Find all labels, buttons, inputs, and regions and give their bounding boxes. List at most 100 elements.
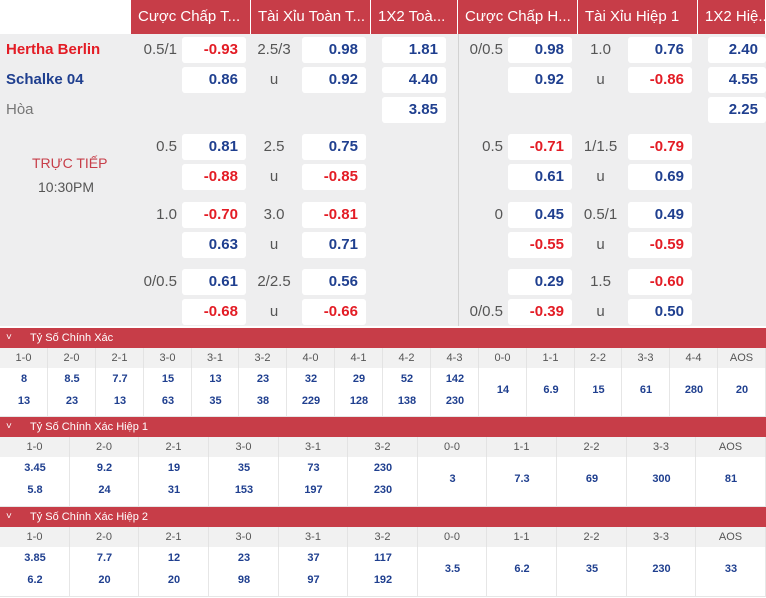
score-odds-value[interactable]: 33 — [696, 561, 766, 577]
score-odds-value[interactable]: 97 — [279, 572, 348, 588]
score-odds-value[interactable]: 24 — [70, 482, 139, 498]
odds-price-button[interactable]: 0.98 — [302, 37, 366, 63]
odds-price-button[interactable]: 0.76 — [628, 37, 692, 63]
score-odds-value[interactable]: 7.7 — [96, 371, 144, 387]
odds-price-button[interactable]: -0.59 — [628, 232, 692, 258]
score-odds-value[interactable]: 20 — [718, 382, 766, 398]
odds-price-button[interactable]: 0.50 — [628, 299, 692, 325]
odds-price-button[interactable]: 0.61 — [508, 164, 572, 190]
section-bar-1[interactable]: ˅ Tỷ Số Chính Xác Hiệp 1 — [0, 417, 766, 437]
odds-price-button[interactable]: -0.70 — [182, 202, 246, 228]
score-odds-value[interactable]: 230 — [431, 393, 479, 409]
score-odds-value[interactable]: 13 — [96, 393, 144, 409]
chevron-down-icon[interactable]: ˅ — [6, 328, 12, 348]
score-odds-value[interactable]: 35 — [557, 561, 627, 577]
header-col-0[interactable]: Cược Chấp T... — [131, 0, 251, 34]
score-odds-value[interactable]: 7.7 — [70, 550, 139, 566]
odds-price-button[interactable]: 0.92 — [302, 67, 366, 93]
score-odds-value[interactable]: 20 — [139, 572, 209, 588]
odds-price-button[interactable]: 0.29 — [508, 269, 572, 295]
score-odds-value[interactable]: 63 — [144, 393, 192, 409]
score-odds-value[interactable]: 280 — [670, 382, 718, 398]
score-odds-value[interactable]: 8 — [0, 371, 48, 387]
section-bar-0[interactable]: ˅ Tỷ Số Chính Xác — [0, 328, 766, 348]
score-odds-value[interactable]: 81 — [696, 471, 766, 487]
odds-price-button[interactable]: 0.45 — [508, 202, 572, 228]
odds-price-button[interactable]: 0.49 — [628, 202, 692, 228]
score-odds-value[interactable]: 61 — [622, 382, 670, 398]
score-odds-value[interactable]: 73 — [279, 460, 348, 476]
score-odds-value[interactable]: 23 — [48, 393, 96, 409]
score-odds-value[interactable]: 31 — [139, 482, 209, 498]
score-odds-value[interactable]: 32 — [287, 371, 335, 387]
score-odds-value[interactable]: 69 — [557, 471, 627, 487]
odds-price-button[interactable]: -0.88 — [182, 164, 246, 190]
header-col-3[interactable]: Cược Chấp H... — [458, 0, 578, 34]
odds-price-button[interactable]: -0.85 — [302, 164, 366, 190]
odds-price-button[interactable]: -0.79 — [628, 134, 692, 160]
score-odds-value[interactable]: 20 — [70, 572, 139, 588]
score-odds-value[interactable]: 6.2 — [0, 572, 70, 588]
score-odds-value[interactable]: 35 — [192, 393, 239, 409]
header-col-1[interactable]: Tài Xỉu Toàn T... — [251, 0, 371, 34]
odds-price-button[interactable]: 0.71 — [302, 232, 366, 258]
odds-price-button[interactable]: 0.86 — [182, 67, 246, 93]
score-odds-value[interactable]: 230 — [348, 460, 418, 476]
header-col-4[interactable]: Tài Xỉu Hiệp 1 — [578, 0, 698, 34]
score-odds-value[interactable]: 230 — [627, 561, 696, 577]
odds-price-button[interactable]: -0.66 — [302, 299, 366, 325]
odds-price-button[interactable]: 0.56 — [302, 269, 366, 295]
score-odds-value[interactable]: 230 — [348, 482, 418, 498]
odds-price-button[interactable]: 0.81 — [182, 134, 246, 160]
score-odds-value[interactable]: 6.9 — [527, 382, 575, 398]
odds-price-button[interactable]: -0.71 — [508, 134, 572, 160]
score-odds-value[interactable]: 153 — [209, 482, 279, 498]
chevron-down-icon[interactable]: ˅ — [6, 507, 12, 527]
odds-price-button[interactable]: 0.75 — [302, 134, 366, 160]
score-odds-value[interactable]: 13 — [0, 393, 48, 409]
score-odds-value[interactable]: 6.2 — [487, 561, 557, 577]
score-odds-value[interactable]: 52 — [383, 371, 431, 387]
score-odds-value[interactable]: 15 — [144, 371, 192, 387]
score-odds-value[interactable]: 14 — [479, 382, 527, 398]
odds-price-button[interactable]: 3.85 — [382, 97, 446, 123]
odds-price-button[interactable]: 4.55 — [708, 67, 766, 93]
score-odds-value[interactable]: 8.5 — [48, 371, 96, 387]
score-odds-value[interactable]: 3 — [418, 471, 487, 487]
score-odds-value[interactable]: 3.85 — [0, 550, 70, 566]
score-odds-value[interactable]: 138 — [383, 393, 431, 409]
score-odds-value[interactable]: 3.5 — [418, 561, 487, 577]
score-odds-value[interactable]: 29 — [335, 371, 383, 387]
odds-price-button[interactable]: 0.98 — [508, 37, 572, 63]
odds-price-button[interactable]: 2.40 — [708, 37, 766, 63]
score-odds-value[interactable]: 23 — [209, 550, 279, 566]
odds-price-button[interactable]: -0.39 — [508, 299, 572, 325]
odds-price-button[interactable]: -0.55 — [508, 232, 572, 258]
score-odds-value[interactable]: 35 — [209, 460, 279, 476]
chevron-down-icon[interactable]: ˅ — [6, 417, 12, 437]
score-odds-value[interactable]: 197 — [279, 482, 348, 498]
odds-price-button[interactable]: -0.68 — [182, 299, 246, 325]
score-odds-value[interactable]: 19 — [139, 460, 209, 476]
odds-price-button[interactable]: 0.69 — [628, 164, 692, 190]
odds-price-button[interactable]: 0.63 — [182, 232, 246, 258]
odds-price-button[interactable]: -0.93 — [182, 37, 246, 63]
odds-price-button[interactable]: 4.40 — [382, 67, 446, 93]
score-odds-value[interactable]: 13 — [192, 371, 239, 387]
home-team-name[interactable]: Hertha Berlin — [6, 41, 100, 58]
score-odds-value[interactable]: 9.2 — [70, 460, 139, 476]
score-odds-value[interactable]: 12 — [139, 550, 209, 566]
score-odds-value[interactable]: 117 — [348, 550, 418, 566]
score-odds-value[interactable]: 142 — [431, 371, 479, 387]
score-odds-value[interactable]: 192 — [348, 572, 418, 588]
score-odds-value[interactable]: 7.3 — [487, 471, 557, 487]
odds-price-button[interactable]: 0.92 — [508, 67, 572, 93]
section-bar-2[interactable]: ˅ Tỷ Số Chính Xác Hiệp 2 — [0, 507, 766, 527]
odds-price-button[interactable]: 2.25 — [708, 97, 766, 123]
odds-price-button[interactable]: -0.60 — [628, 269, 692, 295]
score-odds-value[interactable]: 38 — [239, 393, 287, 409]
header-col-5[interactable]: 1X2 Hiệ... — [698, 0, 766, 34]
odds-price-button[interactable]: -0.86 — [628, 67, 692, 93]
odds-price-button[interactable]: -0.81 — [302, 202, 366, 228]
odds-price-button[interactable]: 1.81 — [382, 37, 446, 63]
